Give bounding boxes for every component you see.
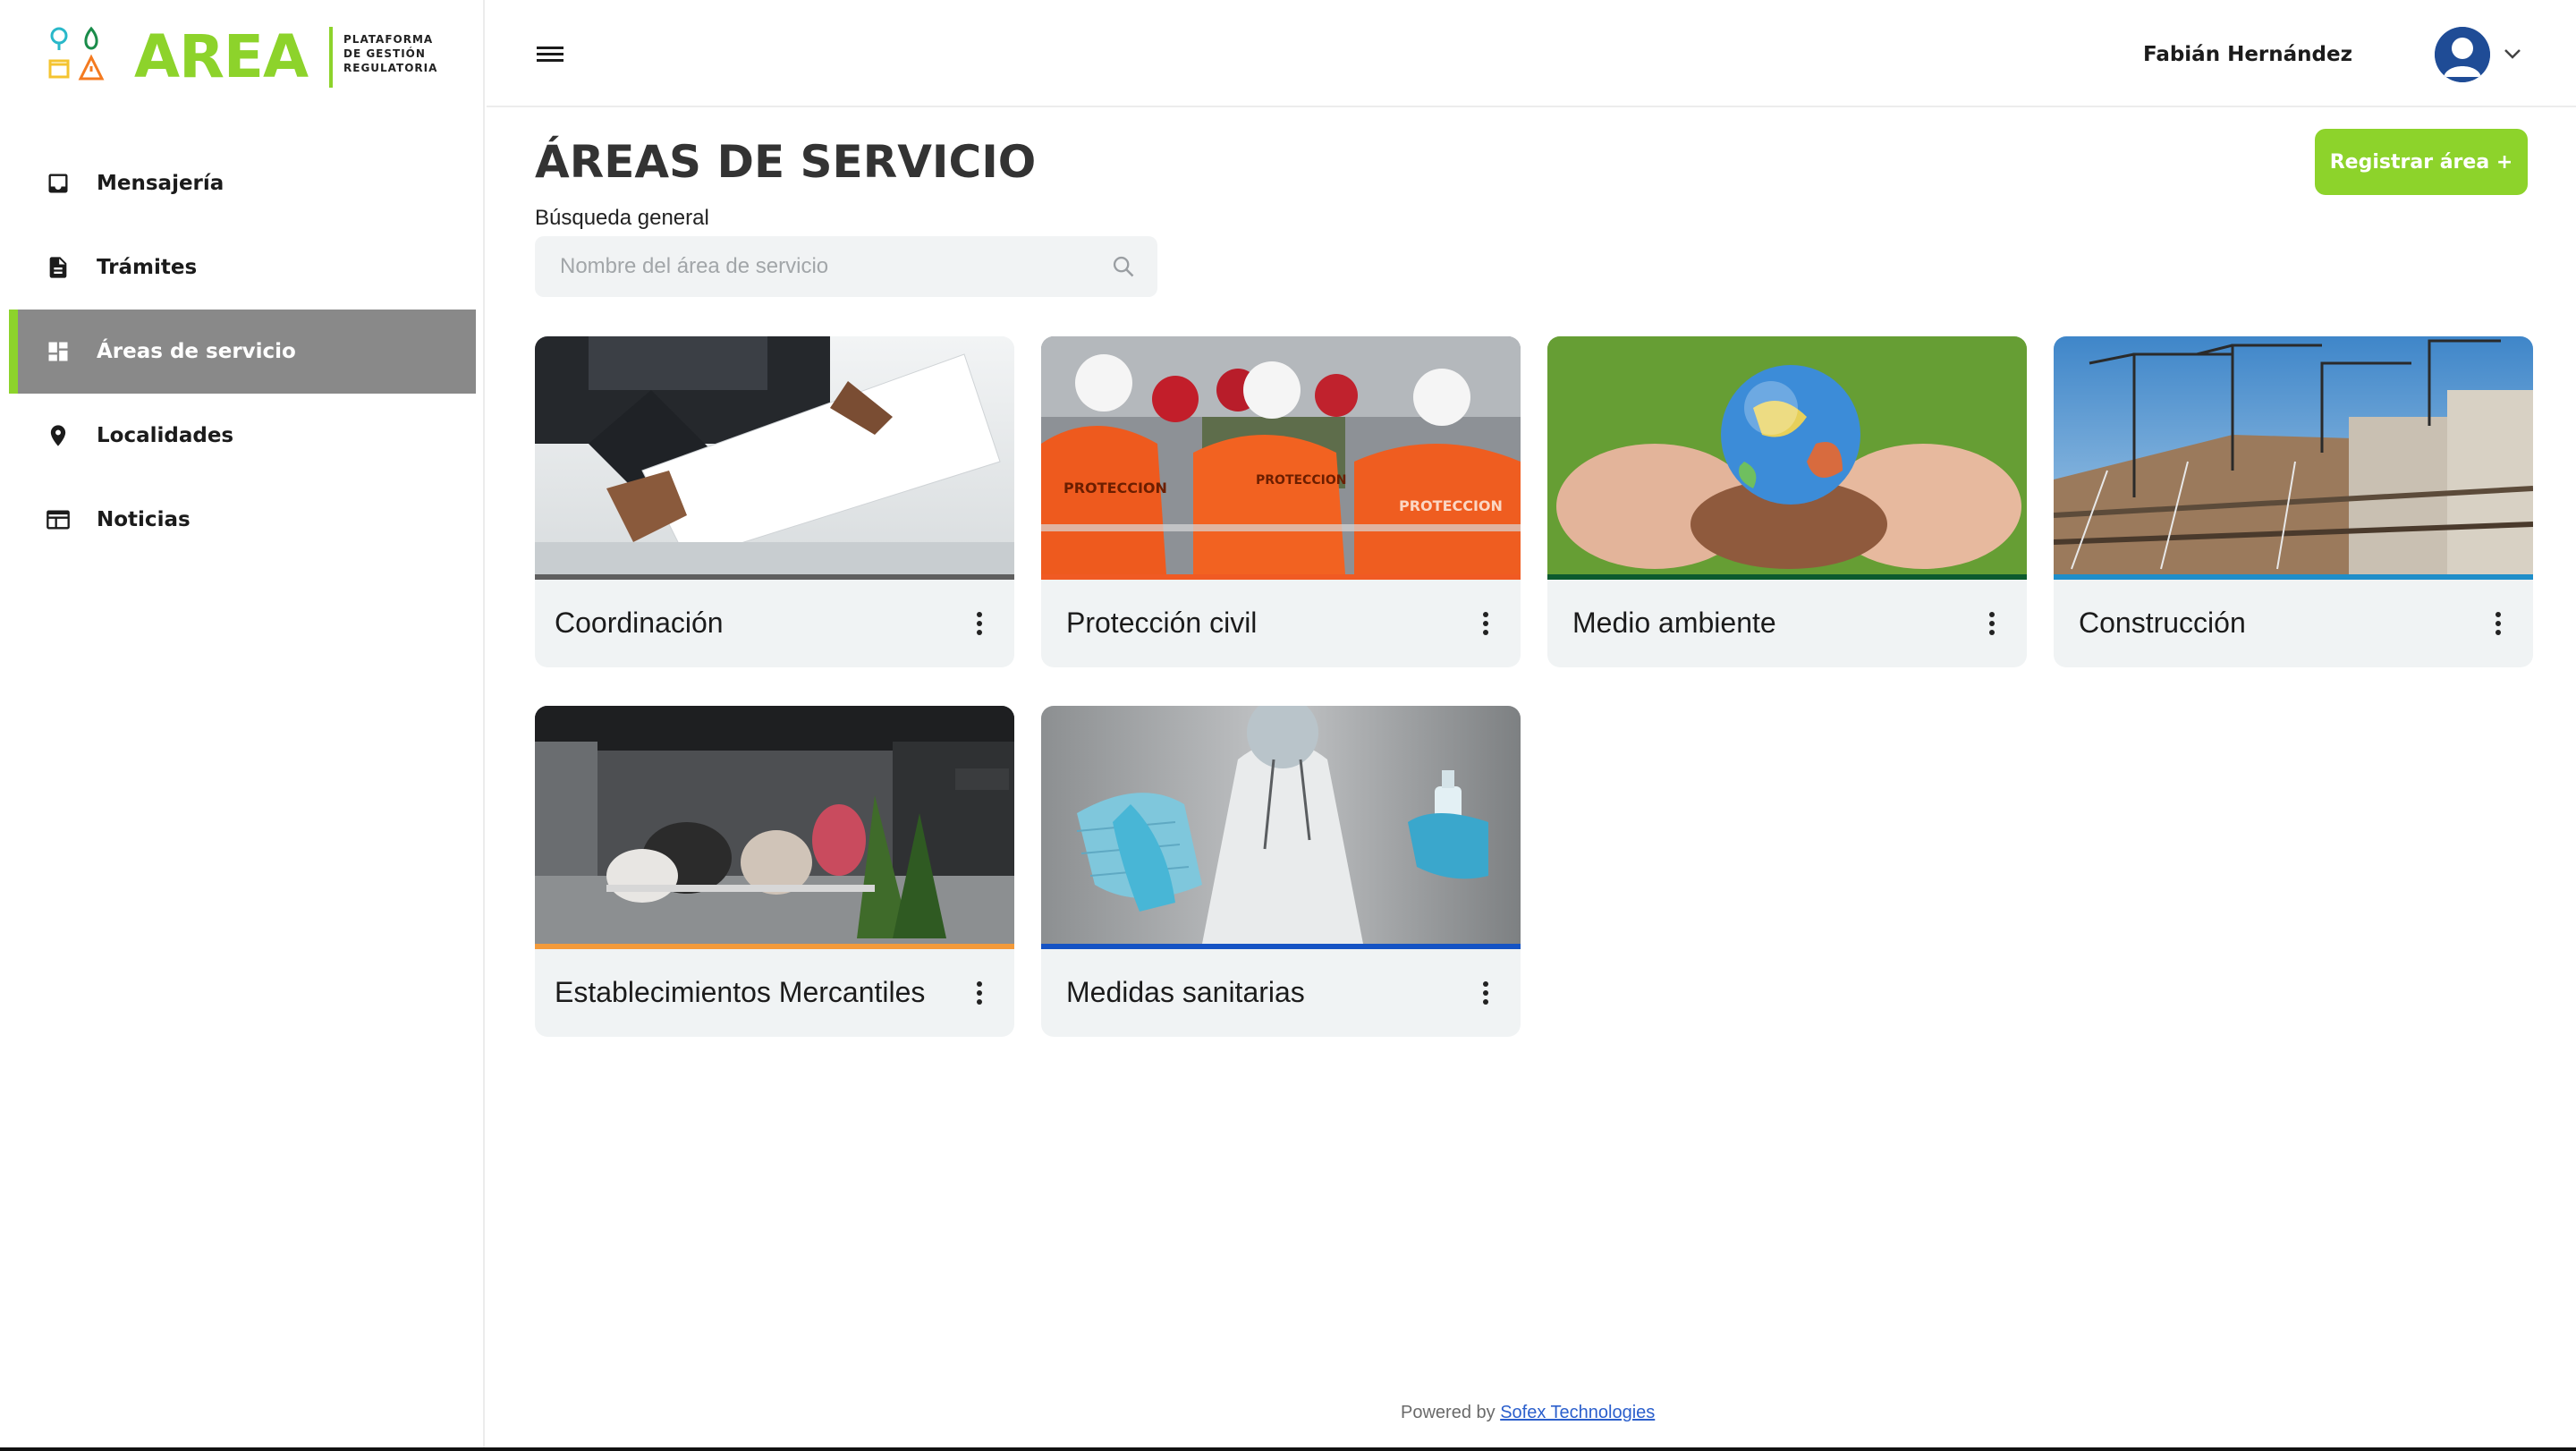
hamburger-menu-icon[interactable] (535, 41, 565, 66)
app-logo[interactable]: AREA PLATAFORMA DE GESTIÓN REGULATORIA (47, 25, 449, 89)
card-image (1041, 706, 1521, 944)
avatar[interactable] (2435, 27, 2490, 82)
sidebar-nav: Mensajería Trámites Áreas de servicio Lo… (9, 141, 476, 562)
document-icon (45, 254, 72, 281)
card-image (1547, 336, 2027, 574)
dashboard-icon (45, 338, 72, 365)
service-area-card[interactable]: Establecimientos Mercantiles (535, 706, 1014, 1037)
sidebar-item-localidades[interactable]: Localidades (9, 394, 476, 478)
sidebar-item-label: Áreas de servicio (97, 340, 296, 363)
svg-text:PROTECCION: PROTECCION (1063, 479, 1167, 496)
logo-subtitle-line: REGULATORIA (343, 62, 438, 74)
sidebar-item-areas-de-servicio[interactable]: Áreas de servicio (9, 310, 476, 394)
card-label: Medidas sanitarias (1066, 976, 1305, 1008)
sidebar-item-noticias[interactable]: Noticias (9, 478, 476, 562)
bottom-border (0, 1447, 2576, 1451)
sidebar-item-tramites[interactable]: Trámites (9, 225, 476, 310)
card-color-bar (2054, 574, 2533, 580)
more-options-icon[interactable] (2494, 610, 2503, 637)
sidebar-item-label: Localidades (97, 424, 234, 447)
service-area-card[interactable]: Coordinación (535, 336, 1014, 667)
top-header: Fabián Hernández (487, 0, 2576, 107)
search-label: Búsqueda general (535, 206, 709, 230)
logo-subtitle: PLATAFORMA DE GESTIÓN REGULATORIA (343, 32, 460, 75)
card-color-bar (1547, 574, 2027, 580)
sidebar-item-mensajeria[interactable]: Mensajería (9, 141, 476, 225)
more-options-icon[interactable] (1987, 610, 1996, 637)
register-area-button[interactable]: Registrar área + (2315, 129, 2528, 195)
card-label: Coordinación (555, 607, 724, 639)
more-options-icon[interactable] (1481, 610, 1490, 637)
service-area-card[interactable]: Medio ambiente (1547, 336, 2027, 667)
sidebar-item-label: Trámites (97, 256, 198, 279)
chevron-down-icon[interactable] (2503, 47, 2522, 61)
service-area-card[interactable]: PROTECCION PROTECCION PROTECCION Protecc… (1041, 336, 1521, 667)
logo-divider (329, 27, 333, 88)
user-name[interactable]: Fabián Hernández (2143, 43, 2352, 66)
footer: Powered by Sofex Technologies (1401, 1403, 1655, 1423)
card-label: Medio ambiente (1572, 607, 1776, 639)
more-options-icon[interactable] (975, 980, 984, 1006)
more-options-icon[interactable] (975, 610, 984, 637)
service-area-card[interactable]: Construcción (2054, 336, 2533, 667)
search-icon[interactable] (1111, 254, 1136, 279)
footer-link[interactable]: Sofex Technologies (1500, 1403, 1655, 1422)
search-input[interactable] (560, 236, 1079, 297)
card-image (2054, 336, 2533, 574)
svg-text:PROTECCION: PROTECCION (1399, 497, 1503, 514)
card-image (535, 336, 1014, 574)
page-title: ÁREAS DE SERVICIO (535, 136, 1037, 188)
card-color-bar (1041, 944, 1521, 949)
logo-wordmark: AREA (134, 22, 309, 91)
card-color-bar (535, 574, 1014, 580)
card-image: PROTECCION PROTECCION PROTECCION (1041, 336, 1521, 574)
logo-subtitle-line: DE GESTIÓN (343, 47, 426, 60)
card-label: Construcción (2079, 607, 2246, 639)
footer-prefix: Powered by (1401, 1403, 1496, 1422)
logo-icons (48, 26, 105, 81)
sidebar-item-label: Noticias (97, 508, 191, 531)
sidebar: AREA PLATAFORMA DE GESTIÓN REGULATORIA M… (0, 0, 485, 1451)
search-field (535, 236, 1157, 297)
card-color-bar (535, 944, 1014, 949)
more-options-icon[interactable] (1481, 980, 1490, 1006)
location-pin-icon (45, 422, 72, 449)
news-icon (45, 506, 72, 533)
logo-subtitle-line: PLATAFORMA (343, 33, 434, 46)
card-color-bar (1041, 574, 1521, 580)
card-image (535, 706, 1014, 944)
svg-text:PROTECCION: PROTECCION (1256, 473, 1346, 488)
card-label: Establecimientos Mercantiles (555, 976, 926, 1008)
inbox-icon (45, 170, 72, 197)
card-label: Protección civil (1066, 607, 1258, 639)
sidebar-item-label: Mensajería (97, 172, 225, 195)
service-area-card[interactable]: Medidas sanitarias (1041, 706, 1521, 1037)
